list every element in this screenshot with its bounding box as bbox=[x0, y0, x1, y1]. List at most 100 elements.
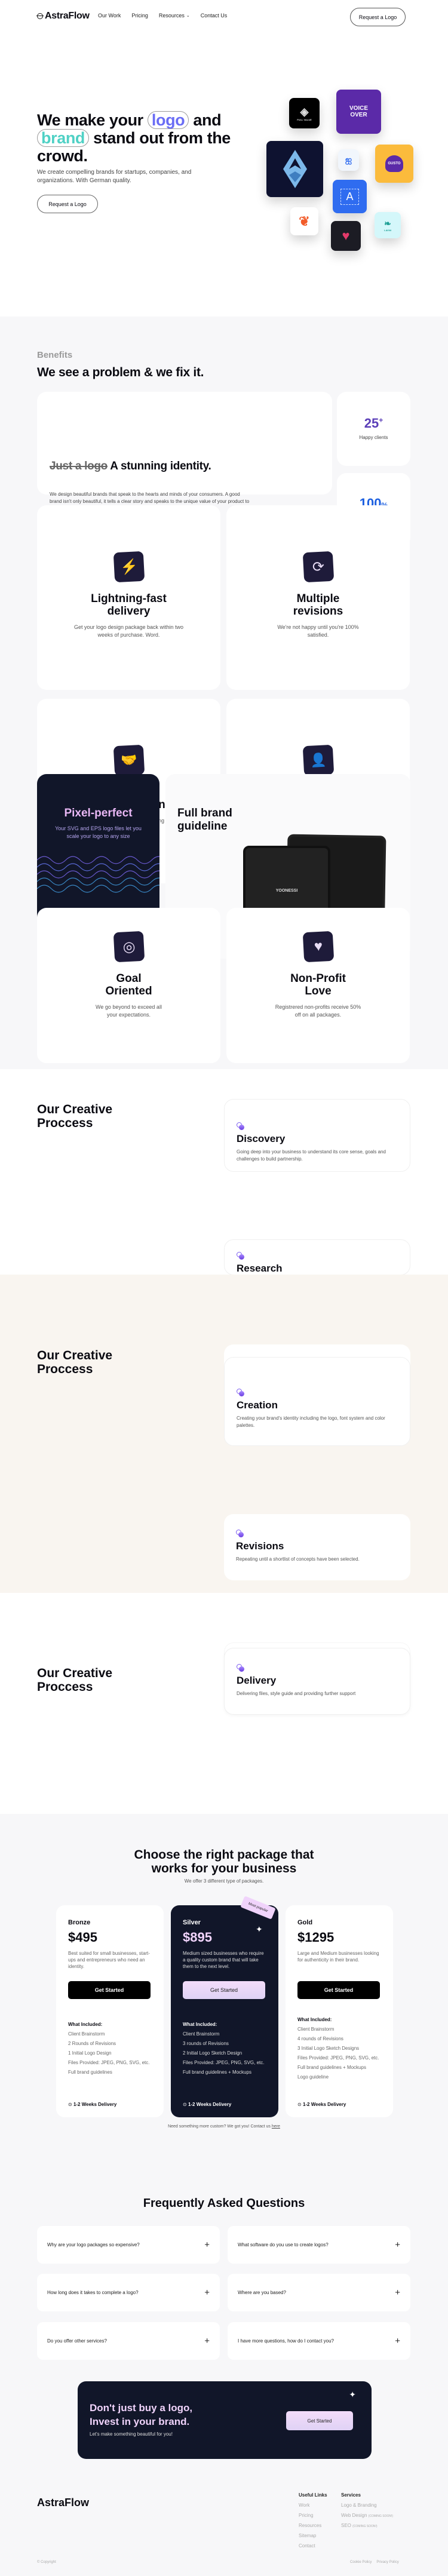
glyph-logo-icon: ஐ bbox=[345, 154, 352, 164]
footer-link-resources[interactable]: Resources bbox=[299, 2523, 327, 2528]
included-label: What Included: bbox=[183, 2022, 217, 2027]
faq-question: Why are your logo packages so expensive? bbox=[47, 2242, 140, 2248]
process-step-card: Discovery Going deep into your business … bbox=[224, 1099, 410, 1172]
plus-icon: + bbox=[204, 2288, 210, 2298]
plan-price: $895 bbox=[183, 1930, 212, 1945]
faq-item[interactable]: Why are your logo packages so expensive?… bbox=[37, 2226, 220, 2264]
privacy-policy-link[interactable]: Privacy Policy bbox=[376, 2560, 398, 2564]
nav-link-pricing[interactable]: Pricing bbox=[131, 13, 148, 19]
faq-question: What software do you use to create logos… bbox=[238, 2242, 329, 2248]
cta-get-started-button[interactable]: Get Started bbox=[286, 2411, 353, 2430]
feature-desc: Registrered non-profits receive 50% off … bbox=[275, 1004, 361, 1018]
request-logo-button[interactable]: Request a Logo bbox=[350, 8, 406, 26]
feature-card: ⚡ Lightning-fast delivery Get your logo … bbox=[37, 505, 220, 690]
faq-question: Do you offer other services? bbox=[47, 2338, 107, 2344]
get-started-button[interactable]: Get Started bbox=[297, 1981, 380, 1999]
plan-feature: 1 Initial Logo Design bbox=[68, 2050, 112, 2056]
brand-logo[interactable]: AstraFlow bbox=[36, 11, 90, 22]
cookie-policy-link[interactable]: Cookie Policy bbox=[350, 2560, 372, 2564]
tile-label: FULL VALUE bbox=[297, 118, 312, 121]
step-title: Revisions bbox=[236, 1540, 284, 1552]
footer-brand[interactable]: AstraFlow bbox=[37, 2497, 89, 2509]
footer-link-contact[interactable]: Contact bbox=[299, 2543, 327, 2549]
feature-card: ♥ Non-Profit Love Registrered non-profit… bbox=[226, 908, 410, 1063]
step-title: Discovery bbox=[237, 1133, 286, 1144]
footer-services: Services Logo & Branding Web Design (COM… bbox=[341, 2492, 393, 2528]
nav-link-contact[interactable]: Contact Us bbox=[201, 13, 228, 19]
logo-tile-full-value: ◈ FULL VALUE bbox=[289, 98, 320, 128]
faq-item[interactable]: Where are you based? + bbox=[228, 2274, 410, 2311]
plan-card-gold: Gold $1295 Large and Medium businesses l… bbox=[286, 1905, 393, 2117]
faq-item[interactable]: I have more questions, how do I contact … bbox=[228, 2322, 410, 2360]
nav-link-resources[interactable]: Resources ⌄ bbox=[159, 13, 190, 19]
service-note: (COMING SOON!) bbox=[368, 2514, 394, 2518]
hero-subtitle: We create compelling brands for startups… bbox=[37, 169, 192, 184]
process-step-card: Research bbox=[224, 1239, 410, 1275]
plan-feature: Files Provided: JPEG, PNG, SVG, etc. bbox=[183, 2060, 265, 2065]
plan-card-bronze: Bronze $495 Best suited for small busine… bbox=[56, 1905, 164, 2117]
cta-banner: ✦ Don't just buy a logo, Invest in your … bbox=[78, 2381, 372, 2459]
service-note: (COMING SOON!) bbox=[352, 2525, 378, 2528]
plan-tier: Silver bbox=[183, 1919, 201, 1926]
orb-logo-icon bbox=[36, 13, 44, 19]
footer-useful-links: Useful Links Work Pricing Resources Site… bbox=[299, 2492, 327, 2549]
feature-card: ◎ Goal Oriented We go beyond to exceed a… bbox=[37, 908, 220, 1063]
mockup-text: YOONESSI bbox=[275, 888, 298, 893]
plan-feature: 3 rounds of Revisions bbox=[183, 2041, 229, 2046]
plan-feature: Client Brainstorm bbox=[183, 2031, 220, 2037]
legal-links: Cookie Policy Privacy Policy bbox=[350, 2560, 399, 2564]
nav-link-our-work[interactable]: Our Work bbox=[98, 13, 121, 19]
feature-title: Goal Oriented bbox=[105, 972, 152, 997]
get-started-button[interactable]: Get Started bbox=[68, 1981, 151, 1999]
delivery-text: 1-2 Weeks Delivery bbox=[73, 2102, 117, 2107]
stat-card-clients: 25+ Happy clients bbox=[337, 392, 410, 466]
faq-item[interactable]: Do you offer other services? + bbox=[37, 2322, 220, 2360]
get-started-button[interactable]: Get Started bbox=[183, 1981, 265, 1999]
cta-subtitle: Let's make something beautiful for you! bbox=[90, 2431, 173, 2437]
contact-here-link[interactable]: here bbox=[272, 2124, 280, 2129]
step-dots-icon bbox=[237, 1664, 246, 1672]
hero-request-logo-button[interactable]: Request a Logo bbox=[37, 195, 98, 213]
plan-feature: Full brand guidelines bbox=[68, 2070, 112, 2075]
included-label: What Included: bbox=[297, 2017, 332, 2022]
step-desc: Repeating until a shortlist of concepts … bbox=[236, 1556, 360, 1562]
step-title: Creation bbox=[237, 1399, 278, 1411]
lightning-icon: ⚡ bbox=[113, 551, 145, 583]
step-desc: Creating your brand's identity including… bbox=[237, 1416, 385, 1428]
step-dots-icon bbox=[237, 1389, 246, 1397]
footer-heading: Services bbox=[341, 2492, 361, 2498]
footer-link-work[interactable]: Work bbox=[299, 2503, 327, 2508]
plan-tier: Gold bbox=[297, 1919, 313, 1926]
stat-value: 25+ bbox=[337, 416, 410, 431]
plan-desc: Large and Medium businesses looking for … bbox=[297, 1951, 379, 1963]
footer-link-pricing[interactable]: Pricing bbox=[299, 2513, 327, 2518]
target-icon: ◎ bbox=[113, 931, 145, 963]
delivery-text: 1-2 Weeks Delivery bbox=[188, 2102, 232, 2107]
faq-item[interactable]: What software do you use to create logos… bbox=[228, 2226, 410, 2264]
footer-service-seo[interactable]: SEO (COMING SOON!) bbox=[341, 2523, 393, 2528]
step-desc: Delivering files, style guide and provid… bbox=[237, 1691, 356, 1696]
feature-card: ⟳ Multiple revisions We're not happy unt… bbox=[226, 505, 410, 690]
step-dots-icon bbox=[237, 1252, 246, 1260]
plus-icon: + bbox=[395, 2240, 400, 2250]
plan-feature: Client Brainstorm bbox=[68, 2031, 105, 2037]
step-title: Delivery bbox=[237, 1675, 277, 1686]
faq-item[interactable]: How long does it takes to complete a log… bbox=[37, 2274, 220, 2311]
logo-tile-astra bbox=[266, 141, 323, 197]
logo-tile-blue-glyph: ஐ bbox=[338, 149, 359, 171]
footer-service-logo[interactable]: Logo & Branding bbox=[341, 2503, 393, 2508]
plan-delivery: ⊙ 1-2 Weeks Delivery bbox=[68, 2102, 116, 2107]
feature-title: Lightning-fast delivery bbox=[91, 592, 167, 618]
pricing-subtitle: We offer 3 different type of packages. bbox=[184, 1878, 264, 1884]
footer-service-web[interactable]: Web Design (COMING SOON!) bbox=[341, 2513, 393, 2518]
faq-question: I have more questions, how do I contact … bbox=[238, 2338, 334, 2344]
footer-link-sitemap[interactable]: Sitemap bbox=[299, 2533, 327, 2538]
pricing-title: Choose the right package that works for … bbox=[134, 1848, 314, 1875]
brand-name: AstraFlow bbox=[45, 11, 90, 21]
pixel-perfect-desc: Your SVG and EPS logo files let you scal… bbox=[55, 825, 142, 839]
benefits-title: We see a problem & we fix it. bbox=[37, 366, 204, 379]
plan-feature: Full brand guidelines + Mockups bbox=[183, 2070, 251, 2075]
faq-question: Where are you based? bbox=[238, 2290, 286, 2295]
plan-feature: Client Brainstorm bbox=[297, 2027, 335, 2032]
feature-desc: We go beyond to exceed all your expectat… bbox=[96, 1004, 162, 1018]
